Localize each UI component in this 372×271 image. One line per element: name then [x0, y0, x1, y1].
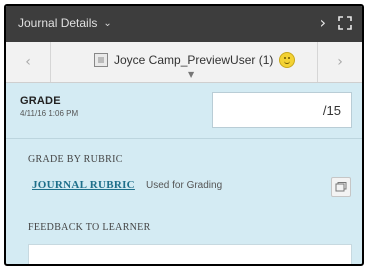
- smiley-icon: [279, 52, 296, 68]
- divider: [6, 138, 362, 139]
- grade-max-points: /15: [322, 103, 341, 118]
- user-name: Joyce Camp_PreviewUser (1): [114, 53, 274, 67]
- feedback-textarea[interactable]: [28, 244, 352, 264]
- grade-date: 4/11/16 1:06 PM: [20, 109, 79, 118]
- feedback-heading: FEEDBACK TO LEARNER: [28, 222, 151, 233]
- avatar: [94, 53, 108, 67]
- panel-title: Journal Details: [18, 16, 98, 30]
- user-selector[interactable]: Joyce Camp_PreviewUser (1): [94, 52, 296, 68]
- chevron-right-icon[interactable]: ›: [320, 13, 326, 32]
- chevron-down-icon[interactable]: ▼: [188, 70, 194, 79]
- previous-user-button[interactable]: ‹: [6, 42, 51, 82]
- expand-icon[interactable]: [338, 16, 352, 30]
- grade-input[interactable]: /15: [212, 92, 352, 128]
- panel-header: Journal Details ⌄ ›: [6, 6, 362, 42]
- next-user-button[interactable]: ›: [317, 42, 362, 82]
- journal-details-panel: Journal Details ⌄ › ‹ Joyce Camp_Preview…: [4, 4, 364, 266]
- chevron-down-icon: ⌄: [103, 17, 112, 29]
- panel-title-dropdown[interactable]: Journal Details ⌄: [18, 16, 112, 30]
- rubric-heading: GRADE BY RUBRIC: [28, 154, 123, 165]
- journal-rubric-link[interactable]: JOURNAL RUBRIC: [32, 179, 135, 191]
- rubric-status: Used for Grading: [146, 180, 223, 191]
- open-rubric-button[interactable]: [331, 177, 351, 197]
- user-navigation: ‹ Joyce Camp_PreviewUser (1) ▼ ›: [6, 42, 362, 83]
- open-window-icon: [335, 182, 347, 192]
- chevron-left-icon: ‹: [25, 54, 31, 70]
- grade-label: GRADE: [20, 95, 61, 107]
- chevron-right-icon: ›: [337, 54, 343, 70]
